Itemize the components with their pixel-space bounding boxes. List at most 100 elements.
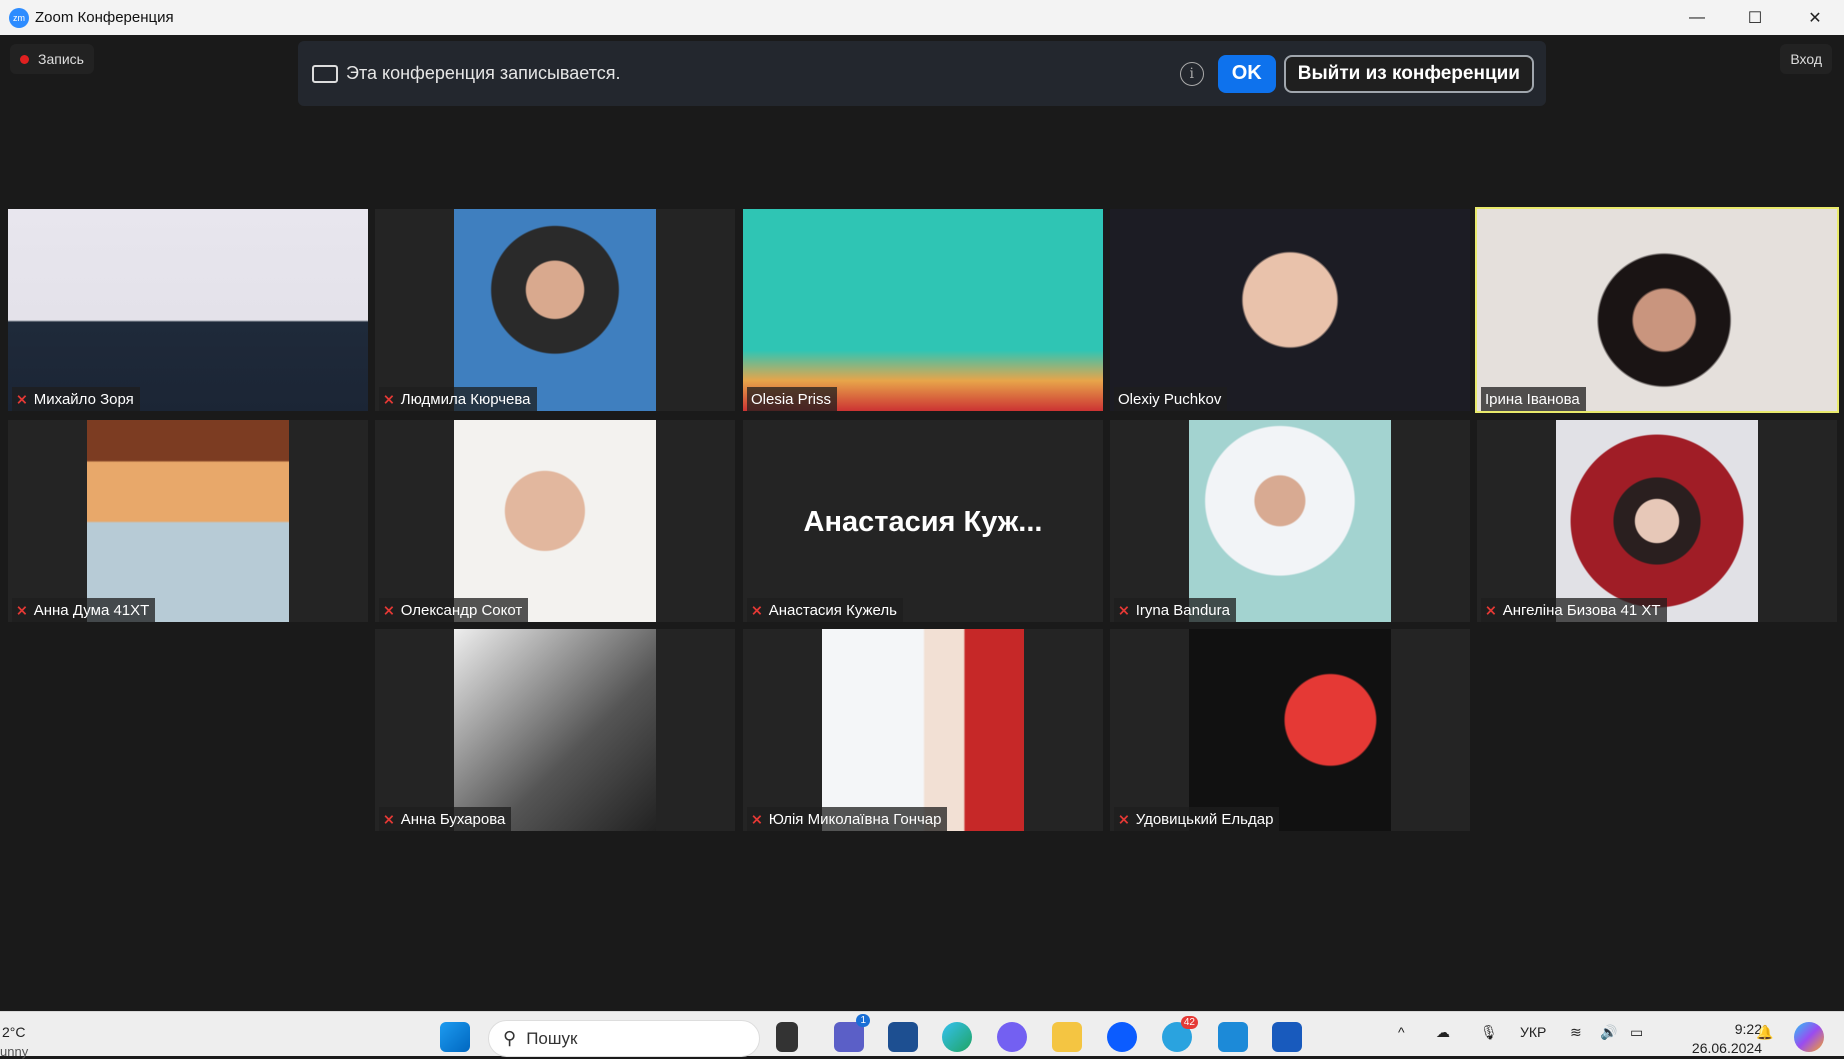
participant-video	[1556, 420, 1758, 622]
participant-video	[454, 209, 656, 411]
recording-indicator[interactable]: Запись	[10, 44, 94, 74]
record-dot-icon	[20, 54, 29, 64]
search-icon: ⚲	[503, 1028, 517, 1048]
store-icon[interactable]	[888, 1022, 918, 1052]
word-icon[interactable]	[1272, 1022, 1302, 1052]
participant-name: Анна Бухарова	[400, 810, 506, 828]
login-button[interactable]: Вход	[1780, 44, 1832, 74]
muted-microphone-icon: ⨯	[1118, 810, 1130, 827]
muted-microphone-icon: ⨯	[751, 601, 763, 618]
minimize-button[interactable]: —	[1668, 0, 1726, 35]
muted-microphone-icon: ⨯	[751, 810, 763, 827]
participant-video	[454, 420, 656, 622]
participant-name: Ангеліна Бизова 41 ХТ	[1502, 601, 1661, 619]
zoom-logo-icon: zm	[9, 7, 29, 28]
teams-badge: 1	[856, 1014, 870, 1027]
muted-microphone-icon: ⨯	[1118, 601, 1130, 618]
close-button[interactable]: ✕	[1786, 0, 1844, 35]
recording-notice-banner: Эта конференция записывается. i OK Выйти…	[298, 41, 1546, 106]
teams-icon[interactable]: 1	[834, 1014, 870, 1052]
participant-name-label: ⨯ Анна Дума 41ХТ	[12, 598, 156, 622]
maximize-button[interactable]: ☐	[1726, 0, 1784, 35]
notifications-icon[interactable]: 🔔	[1756, 1024, 1773, 1041]
language-indicator[interactable]: УКР	[1520, 1024, 1546, 1040]
participant-name-label: ⨯ Удовицький Ельдар	[1114, 807, 1280, 831]
participant-tile[interactable]: Анастасия Куж... ⨯ Анастасия Кужель	[743, 420, 1103, 622]
clock-date[interactable]: 26.06.2024	[1670, 1040, 1762, 1056]
start-icon[interactable]	[440, 1022, 470, 1052]
title-bar: zm Zoom Конференция — ☐ ✕	[0, 0, 1844, 35]
tray-expand-icon[interactable]: ^	[1398, 1024, 1405, 1040]
participant-display-name: Анастасия Куж...	[803, 506, 1043, 538]
video-camera-icon	[312, 64, 338, 83]
onedrive-icon[interactable]: ☁	[1436, 1024, 1450, 1041]
muted-microphone-icon: ⨯	[16, 390, 28, 407]
weather-temp[interactable]: 2°C	[2, 1024, 26, 1040]
participant-name-label: ⨯ Анастасия Кужель	[747, 598, 903, 622]
participant-name: Юлія Миколаївна Гончар	[768, 810, 942, 828]
window-title: Zoom Конференция	[35, 9, 174, 26]
participant-tile[interactable]: ⨯ Михайло Зоря	[8, 209, 368, 411]
file-explorer-icon[interactable]	[1052, 1022, 1082, 1052]
muted-microphone-icon: ⨯	[383, 390, 395, 407]
task-view-icon[interactable]	[776, 1022, 798, 1052]
participant-name: Анна Дума 41ХТ	[33, 601, 150, 619]
participant-name-label: Olesia Priss	[747, 387, 838, 411]
participant-name-label: ⨯ Iryna Bandura	[1114, 598, 1236, 622]
participant-tile[interactable]: Ірина Іванова	[1475, 207, 1839, 413]
telegram-icon[interactable]: 42	[1162, 1016, 1198, 1052]
participant-video	[822, 629, 1024, 831]
participant-video	[1189, 420, 1391, 622]
leave-meeting-button[interactable]: Выйти из конференции	[1283, 54, 1534, 93]
participant-name: Олександр Сокот	[400, 601, 523, 619]
participant-tile[interactable]: ⨯ Олександр Сокот	[375, 420, 735, 622]
participant-name: Iryna Bandura	[1135, 601, 1230, 619]
participant-tile[interactable]: ⨯ Анна Бухарова	[375, 629, 735, 831]
participant-name: Olesia Priss	[751, 390, 832, 408]
participant-name: Ірина Іванова	[1485, 390, 1580, 408]
mail-icon[interactable]	[1218, 1022, 1248, 1052]
participant-video	[454, 629, 656, 831]
participant-name-label: ⨯ Михайло Зоря	[12, 387, 140, 411]
viber-icon[interactable]	[997, 1022, 1027, 1052]
muted-microphone-icon: ⨯	[383, 601, 395, 618]
participant-tile[interactable]: ⨯ Юлія Миколаївна Гончар	[743, 629, 1103, 831]
weather-text: unny	[0, 1044, 29, 1059]
participant-video	[1110, 209, 1470, 411]
battery-icon[interactable]: ▭	[1630, 1024, 1643, 1041]
taskbar-search[interactable]: ⚲ Пошук	[488, 1020, 760, 1057]
participant-video	[743, 209, 1103, 411]
participant-name-label: ⨯ Людмила Кюрчева	[379, 387, 537, 411]
participant-name: Удовицький Ельдар	[1135, 810, 1274, 828]
info-icon[interactable]: i	[1179, 61, 1204, 86]
participant-video	[8, 209, 368, 411]
edge-icon[interactable]	[942, 1022, 972, 1052]
participant-name: Михайло Зоря	[33, 390, 134, 408]
clock-time[interactable]: 9:22	[1700, 1021, 1762, 1037]
taskbar: 2°C unny ⚲ Пошук 1 42 ^ ☁ 🎙 УКР ≋ 🔊 ▭ 9:2…	[0, 1011, 1844, 1059]
participant-tile[interactable]: Olexiy Puchkov	[1110, 209, 1470, 411]
participant-tile[interactable]: Olesia Priss	[743, 209, 1103, 411]
participant-name-label: ⨯ Юлія Миколаївна Гончар	[747, 807, 948, 831]
participant-tile[interactable]: ⨯ Удовицький Ельдар	[1110, 629, 1470, 831]
participant-tile[interactable]: ⨯ Ангеліна Бизова 41 ХТ	[1477, 420, 1837, 622]
participant-tile[interactable]: ⨯ Iryna Bandura	[1110, 420, 1470, 622]
participant-tile[interactable]: ⨯ Людмила Кюрчева	[375, 209, 735, 411]
recording-label: Запись	[38, 51, 84, 67]
participant-name-label: ⨯ Олександр Сокот	[379, 598, 529, 622]
participant-video	[87, 420, 289, 622]
copilot-icon[interactable]	[1794, 1022, 1824, 1052]
muted-microphone-icon: ⨯	[1485, 601, 1497, 618]
participant-video	[1477, 209, 1837, 411]
muted-microphone-icon: ⨯	[383, 810, 395, 827]
participant-tile[interactable]: ⨯ Анна Дума 41ХТ	[8, 420, 368, 622]
zoom-icon[interactable]	[1107, 1022, 1137, 1052]
wifi-icon[interactable]: ≋	[1570, 1024, 1582, 1041]
participant-name: Анастасия Кужель	[768, 601, 897, 619]
participant-name-label: ⨯ Анна Бухарова	[379, 807, 512, 831]
ok-button[interactable]: OK	[1217, 54, 1276, 93]
participant-name-label: Olexiy Puchkov	[1114, 387, 1228, 411]
muted-microphone-icon: ⨯	[16, 601, 28, 618]
volume-icon[interactable]: 🔊	[1600, 1024, 1617, 1041]
microphone-icon[interactable]: 🎙	[1480, 1024, 1498, 1041]
